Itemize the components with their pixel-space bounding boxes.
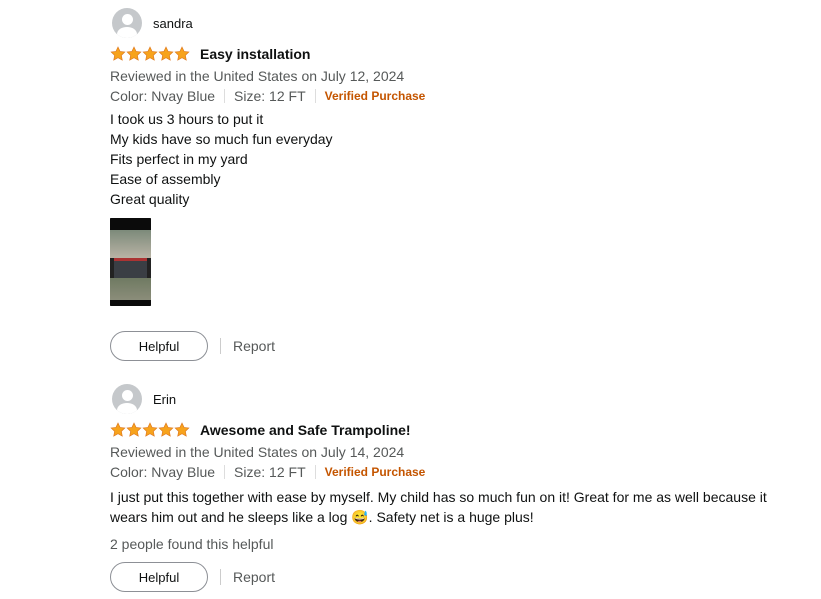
avatar (112, 8, 142, 38)
review-body: I took us 3 hours to put it My kids have… (110, 109, 800, 209)
product-variant: Color: Nvay Blue Size: 12 FT Verified Pu… (110, 86, 800, 106)
variant-color[interactable]: Color: Nvay Blue (110, 86, 215, 106)
divider (314, 89, 316, 103)
star-icon (142, 46, 158, 61)
review-body-line: Ease of assembly (110, 171, 221, 187)
variant-size[interactable]: Size: 12 FT (234, 462, 306, 482)
review-body-line: Great quality (110, 191, 190, 207)
review-body-line: My kids have so much fun everyday (110, 131, 333, 147)
review-date: Reviewed in the United States on July 12… (110, 68, 405, 84)
helpful-button[interactable]: Helpful (110, 562, 208, 592)
helpful-button[interactable]: Helpful (110, 331, 208, 361)
verified-purchase-badge: Verified Purchase (324, 89, 426, 103)
product-variant: Color: Nvay Blue Size: 12 FT Verified Pu… (110, 462, 800, 482)
report-link[interactable]: Report (233, 569, 275, 585)
star-rating[interactable] (110, 422, 190, 438)
helpful-count: 2 people found this helpful (110, 536, 274, 552)
verified-purchase-badge: Verified Purchase (324, 465, 426, 479)
divider (220, 338, 221, 354)
review-body-line: wears him out and he sleeps like a log 😅… (110, 509, 534, 525)
review-card: Erin Awesome and Safe Trampoline! Review… (110, 383, 800, 592)
reviewer-name: Erin (153, 391, 177, 407)
review-card: sandra Easy installation Reviewed in the… (110, 7, 800, 361)
avatar (112, 384, 142, 414)
review-body: I just put this together with ease by my… (110, 487, 810, 527)
star-rating[interactable] (110, 46, 190, 62)
review-body-line: Fits perfect in my yard (110, 151, 248, 167)
reviewer-profile[interactable]: sandra (110, 7, 800, 39)
star-icon (158, 422, 174, 437)
star-icon (110, 46, 126, 61)
star-icon (158, 46, 174, 61)
divider (224, 89, 226, 103)
review-body-line: I took us 3 hours to put it (110, 111, 264, 127)
review-title[interactable]: Easy installation (200, 46, 310, 62)
report-link[interactable]: Report (233, 338, 275, 354)
divider (220, 569, 221, 585)
divider (314, 465, 316, 479)
star-icon (126, 46, 142, 61)
variant-size[interactable]: Size: 12 FT (234, 86, 306, 106)
reviewer-name: sandra (153, 15, 193, 31)
reviewer-profile[interactable]: Erin (110, 383, 800, 415)
star-icon (174, 46, 190, 61)
star-icon (126, 422, 142, 437)
review-title[interactable]: Awesome and Safe Trampoline! (200, 422, 411, 438)
variant-color[interactable]: Color: Nvay Blue (110, 462, 215, 482)
star-icon (174, 422, 190, 437)
star-icon (110, 422, 126, 437)
star-icon (142, 422, 158, 437)
review-body-line: I just put this together with ease by my… (110, 489, 767, 505)
divider (224, 465, 226, 479)
review-date: Reviewed in the United States on July 14… (110, 444, 405, 460)
review-image-thumbnail[interactable] (110, 218, 151, 306)
